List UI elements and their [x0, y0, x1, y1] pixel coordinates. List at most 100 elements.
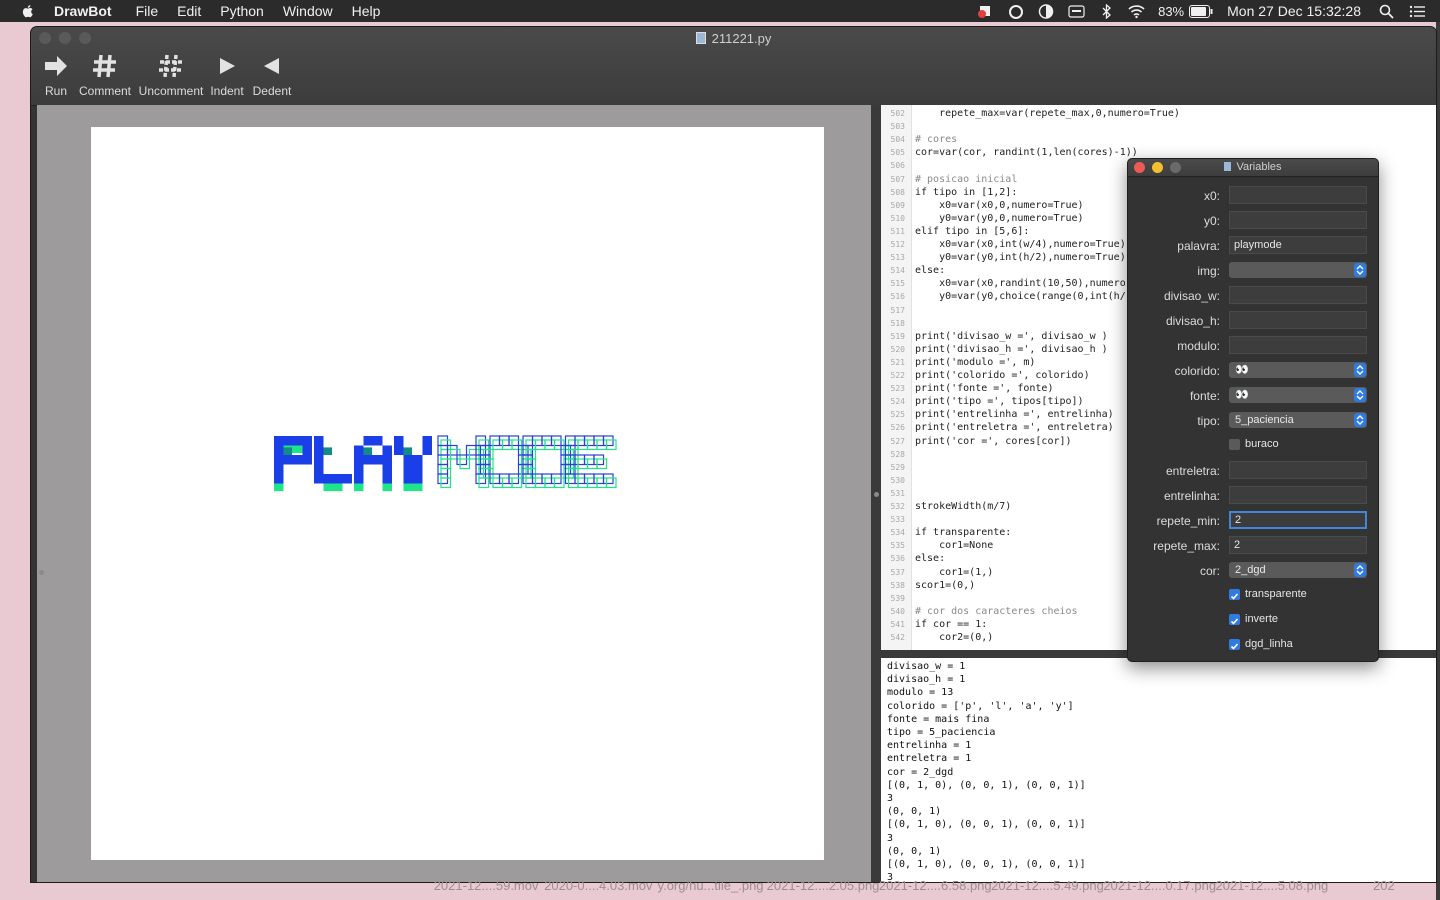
variable-text-field[interactable]	[1229, 336, 1367, 354]
artwork-outline-block	[550, 435, 562, 447]
variable-text-field[interactable]	[1229, 311, 1367, 329]
variable-text-field[interactable]	[1229, 211, 1367, 229]
code-line[interactable]: 502 repete_max=var(repete_max,0,numero=T…	[881, 107, 1436, 120]
artwork-filled-block	[382, 474, 392, 484]
variable-popup-select[interactable]: 5_paciencia	[1229, 412, 1367, 428]
comment-button[interactable]: Comment	[78, 54, 132, 98]
artwork-filled-block	[413, 464, 423, 474]
desktop-file-label[interactable]: y.org/hu...tile_.png	[654, 878, 766, 900]
code-line[interactable]: 504 # cores	[881, 133, 1436, 146]
variable-text-field[interactable]	[1229, 186, 1367, 204]
battery-icon[interactable]	[1189, 4, 1213, 18]
artwork-filled-block	[354, 455, 364, 465]
artwork-outline-block	[593, 435, 605, 447]
background-window-edge	[1436, 22, 1440, 900]
menu-window[interactable]: Window	[283, 3, 333, 19]
line-number: 534	[890, 528, 905, 538]
artwork-filled-block	[422, 445, 432, 455]
dark-mode-icon[interactable]	[1038, 3, 1055, 19]
desktop-file-label[interactable]: 2021-12....5.08.png	[1216, 878, 1328, 900]
menu-file[interactable]: File	[136, 3, 159, 19]
vertical-split-handle[interactable]	[874, 492, 879, 497]
run-button[interactable]: Run	[41, 54, 71, 98]
checkbox-label: dgd_linha	[1245, 638, 1293, 650]
artwork-outline-block	[593, 454, 605, 466]
panel-close-button[interactable]	[1134, 162, 1145, 173]
artwork-outline-block	[437, 435, 449, 447]
document-icon	[695, 32, 706, 44]
uncomment-button[interactable]: Uncomment	[138, 54, 204, 98]
variable-popup-select[interactable]: 👀	[1229, 387, 1367, 403]
wifi-icon[interactable]	[1128, 4, 1145, 19]
desktop-file-label[interactable]: 2021-12....5.49.png	[991, 878, 1103, 900]
panel-zoom-button[interactable]	[1170, 162, 1181, 173]
line-number: 530	[890, 475, 905, 485]
variable-popup-select[interactable]	[1229, 262, 1367, 278]
variable-checkbox[interactable]	[1229, 439, 1240, 450]
artwork-outline-block	[489, 435, 501, 447]
apple-icon[interactable]	[20, 3, 36, 19]
code-text: # cores	[915, 134, 958, 146]
artwork-outline-block	[531, 473, 543, 485]
variable-text-field[interactable]: 2	[1229, 536, 1367, 554]
variable-popup-select[interactable]: 👀	[1229, 362, 1367, 378]
variable-text-field[interactable]	[1229, 286, 1367, 304]
code-text: if transparente:	[915, 527, 1012, 539]
artwork-outline-block	[478, 477, 490, 489]
status-app-icon[interactable]	[978, 4, 995, 19]
variable-popup-select[interactable]: 2_dgd	[1229, 562, 1367, 578]
variable-row: entrelinha:	[1128, 486, 1378, 506]
variable-row: inverte	[1128, 611, 1378, 631]
variable-text-field[interactable]: playmode	[1229, 236, 1367, 254]
variable-checkbox[interactable]	[1229, 589, 1240, 600]
code-text: print('entrelinha =', entrelinha)	[915, 409, 1114, 421]
desktop-file-label[interactable]: 2021-12....59.mov	[430, 878, 542, 900]
line-number: 535	[890, 541, 905, 551]
creative-cloud-icon[interactable]	[1008, 4, 1025, 19]
variable-text-field[interactable]	[1229, 461, 1367, 479]
variable-checkbox[interactable]	[1229, 614, 1240, 625]
variable-checkbox[interactable]	[1229, 639, 1240, 650]
chevron-updown-icon	[1354, 413, 1366, 427]
desktop-file-label[interactable]: 2020-0....4.03.mov	[542, 878, 654, 900]
app-menu-drawbot[interactable]: DrawBot	[54, 3, 112, 19]
output-console[interactable]: divisao_w = 1 divisao_h = 1 modulo = 13 col…	[881, 658, 1436, 882]
variable-row: divisao_w:	[1128, 286, 1378, 306]
artwork-outline-block	[468, 448, 480, 460]
artwork-outline-block	[440, 467, 452, 479]
notification-center-icon[interactable]	[1409, 4, 1426, 19]
indent-button[interactable]: Indent	[209, 54, 245, 98]
menu-python[interactable]: Python	[220, 3, 264, 19]
code-text: cor1=(1,)	[915, 566, 994, 578]
artwork-outline-block	[437, 473, 449, 485]
desktop-file-label[interactable]: 2021-12....6.58.png	[879, 878, 991, 900]
output-line: modulo = 13	[887, 687, 954, 699]
output-line: divisao_h = 1	[887, 674, 966, 686]
desktop-file-label[interactable]: 2021-12....2.05.png	[767, 878, 879, 900]
menu-edit[interactable]: Edit	[177, 3, 201, 19]
dedent-button[interactable]: Dedent	[251, 54, 293, 98]
artwork-filled-block	[302, 445, 312, 455]
spotlight-search-icon[interactable]	[1378, 4, 1395, 19]
battery-percent[interactable]: 83%	[1158, 4, 1184, 19]
variable-label: entrelinha:	[1163, 489, 1220, 503]
line-number: 541	[890, 619, 905, 629]
panel-minimize-button[interactable]	[1152, 162, 1163, 173]
split-handle[interactable]	[39, 570, 44, 575]
desktop-file-label[interactable]: 202	[1328, 878, 1440, 900]
artwork-shadow-block	[283, 447, 293, 455]
desktop-file-label[interactable]: 2021-12....0.17.png	[1103, 878, 1215, 900]
code-line[interactable]: 503	[881, 120, 1436, 133]
line-number: 540	[890, 606, 905, 616]
menubar-clock[interactable]: Mon 27 Dec 15:32:28	[1227, 3, 1361, 19]
canvas-preview-area[interactable]	[37, 105, 871, 882]
artwork-outline-block	[501, 439, 513, 451]
artwork-outline-block	[586, 439, 598, 451]
variable-text-field[interactable]: 2	[1229, 511, 1367, 529]
variable-text-field[interactable]	[1229, 486, 1367, 504]
menu-help[interactable]: Help	[352, 3, 381, 19]
output-line: entreletra = 1	[887, 753, 972, 765]
keyboard-icon[interactable]	[1068, 4, 1085, 19]
line-number: 526	[890, 423, 905, 433]
bluetooth-icon[interactable]	[1098, 3, 1115, 19]
